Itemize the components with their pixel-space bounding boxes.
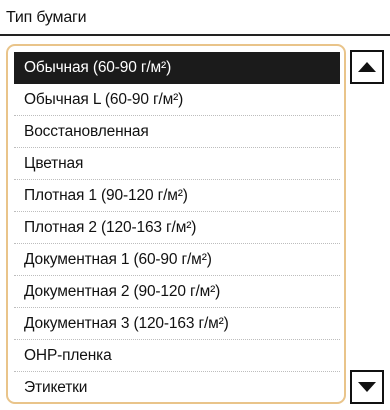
list-item-labels[interactable]: Этикетки xyxy=(14,372,340,402)
list-item-transparency[interactable]: ОНР-пленка xyxy=(14,340,340,372)
paper-type-list: Обычная (60-90 г/м²) Обычная L (60-90 г/… xyxy=(6,44,346,404)
arrow-down-icon xyxy=(358,382,376,392)
list-item-heavy-2[interactable]: Плотная 2 (120-163 г/м²) xyxy=(14,212,340,244)
list-item-bond-2[interactable]: Документная 2 (90-120 г/м²) xyxy=(14,276,340,308)
page-title: Тип бумаги xyxy=(6,9,87,26)
header: Тип бумаги xyxy=(0,0,390,36)
list-item-plain[interactable]: Обычная (60-90 г/м²) xyxy=(14,52,340,84)
scroll-up-button[interactable] xyxy=(350,50,384,84)
list-item-heavy-1[interactable]: Плотная 1 (90-120 г/м²) xyxy=(14,180,340,212)
paper-type-items: Обычная (60-90 г/м²) Обычная L (60-90 г/… xyxy=(14,52,340,402)
paper-type-screen: Тип бумаги Обычная (60-90 г/м²) Обычная … xyxy=(0,0,390,410)
list-item-plain-l[interactable]: Обычная L (60-90 г/м²) xyxy=(14,84,340,116)
scrollbar xyxy=(350,48,384,408)
list-item-recycled[interactable]: Восстановленная xyxy=(14,116,340,148)
list-item-bond-1[interactable]: Документная 1 (60-90 г/м²) xyxy=(14,244,340,276)
arrow-up-icon xyxy=(358,62,376,72)
list-item-color[interactable]: Цветная xyxy=(14,148,340,180)
scroll-down-button[interactable] xyxy=(350,370,384,404)
list-item-bond-3[interactable]: Документная 3 (120-163 г/м²) xyxy=(14,308,340,340)
